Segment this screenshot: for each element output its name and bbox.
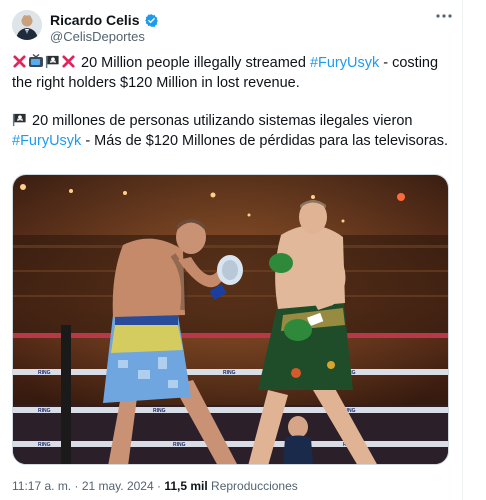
views-count[interactable]: 11,5 mil bbox=[164, 479, 207, 493]
pirate-flag-icon bbox=[45, 55, 59, 69]
cross-mark-icon bbox=[13, 55, 26, 68]
svg-text:RING: RING bbox=[38, 442, 51, 448]
tweet-time[interactable]: 11:17 a. m. bbox=[12, 479, 71, 493]
tweet-media-photo[interactable]: RINGRINGRINGRING RINGRINGRING RINGRINGRI… bbox=[12, 174, 449, 465]
tweet-paragraph-es: 20 millones de personas utilizando siste… bbox=[12, 112, 454, 151]
separator: · bbox=[71, 479, 82, 493]
more-options-icon[interactable] bbox=[434, 6, 454, 26]
svg-text:RING: RING bbox=[38, 408, 51, 414]
author-handle[interactable]: @CelisDeportes bbox=[50, 29, 145, 44]
hashtag-link[interactable]: #FuryUsyk bbox=[310, 55, 379, 71]
boxing-photo-image: RINGRINGRINGRING RINGRINGRING RINGRINGRI… bbox=[13, 175, 448, 464]
svg-text:RING: RING bbox=[173, 442, 186, 448]
cross-mark-icon bbox=[62, 55, 75, 68]
tweet-text-en: 20 Million people illegally streamed bbox=[77, 55, 310, 71]
tweet-card: Ricardo Celis @CelisDeportes 20 Million … bbox=[0, 0, 463, 500]
verified-badge-icon bbox=[145, 13, 159, 27]
tweet-text-es-rest: - Más de $120 Millones de pérdidas para … bbox=[81, 132, 449, 149]
avatar[interactable] bbox=[12, 10, 42, 40]
tweet-paragraph-en: 20 Million people illegally streamed #Fu… bbox=[12, 54, 454, 93]
pirate-flag-icon bbox=[12, 113, 26, 127]
separator: · bbox=[153, 479, 165, 493]
tweet-date[interactable]: 21 may. 2024 bbox=[82, 479, 154, 493]
tweet-text: 20 Million people illegally streamed #Fu… bbox=[12, 54, 454, 151]
tweet-text-es: 20 millones de personas utilizando siste… bbox=[28, 113, 413, 129]
author-name-row[interactable]: Ricardo Celis bbox=[50, 12, 159, 28]
television-icon bbox=[29, 54, 43, 67]
views-label: Reproducciones bbox=[207, 479, 298, 493]
svg-text:RING: RING bbox=[153, 408, 166, 414]
svg-text:RING: RING bbox=[38, 370, 51, 376]
svg-text:RING: RING bbox=[223, 370, 236, 376]
hashtag-link[interactable]: #FuryUsyk bbox=[12, 133, 81, 149]
tweet-meta: 11:17 a. m. · 21 may. 2024 · 11,5 mil Re… bbox=[12, 479, 298, 493]
author-display-name[interactable]: Ricardo Celis bbox=[50, 12, 139, 28]
